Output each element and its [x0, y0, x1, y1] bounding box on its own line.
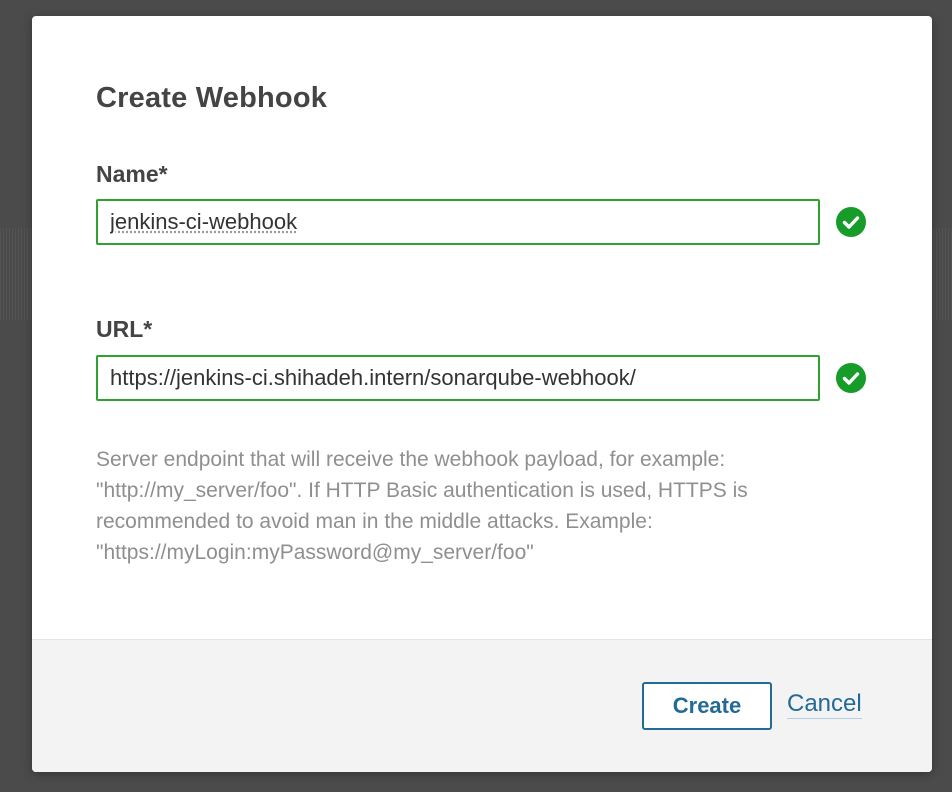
check-circle-icon [836, 207, 866, 237]
name-field-label: Name* [96, 161, 168, 187]
modal-footer: Create Cancel [32, 639, 932, 772]
create-webhook-modal: Create Webhook Name* URL* Server endpoin… [32, 16, 932, 772]
url-input[interactable] [96, 355, 820, 401]
url-help-text: Server endpoint that will receive the we… [96, 448, 748, 564]
cancel-link[interactable]: Cancel [787, 690, 862, 719]
create-button[interactable]: Create [642, 682, 772, 730]
check-circle-icon [836, 363, 866, 393]
url-field-label: URL* [96, 316, 153, 342]
backdrop-texture-left [0, 228, 34, 320]
modal-body: Create Webhook Name* URL* Server endpoin… [32, 16, 932, 640]
name-input[interactable] [96, 199, 820, 245]
modal-title: Create Webhook [96, 82, 328, 114]
